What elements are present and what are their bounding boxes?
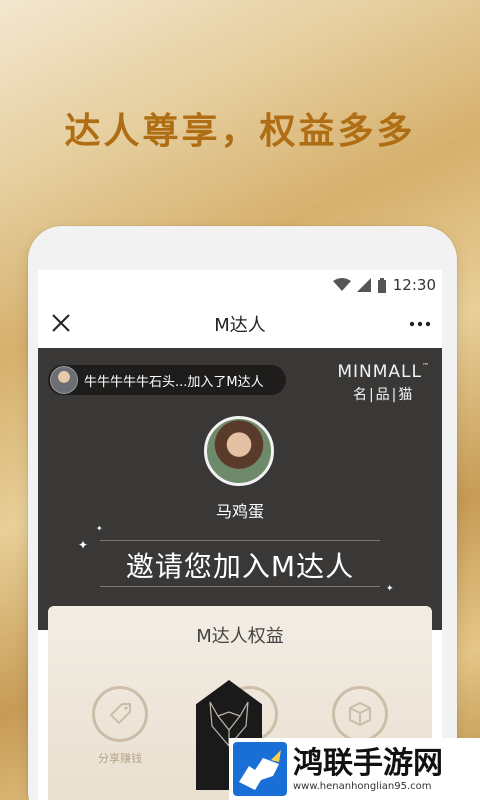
invite-hero: 牛牛牛牛牛石头...加入了M达人 MINMALL™ 名|品|猫 马鸡蛋 ✦ ✦ … <box>38 348 442 630</box>
sparkle-icon: ✦ <box>386 584 394 594</box>
brand-name-en: MINMALL <box>337 362 422 382</box>
join-notice: 牛牛牛牛牛石头...加入了M达人 <box>48 365 286 395</box>
inviter-name: 马鸡蛋 <box>215 502 264 521</box>
invite-title: 邀请您加入M达人 <box>125 550 355 583</box>
nav-title: M达人 <box>214 315 266 336</box>
divider <box>100 586 380 587</box>
benefits-title: M达人权益 <box>196 626 284 647</box>
watermark-banner: 鸿联手游网 www.henanhonglian95.com <box>229 738 480 800</box>
more-icon[interactable] <box>408 314 432 334</box>
watermark-title: 鸿联手游网 <box>293 745 443 781</box>
join-notice-text: 牛牛牛牛牛石头...加入了M达人 <box>84 374 264 390</box>
divider <box>100 540 380 541</box>
tag-icon[interactable] <box>92 686 148 742</box>
status-time: 12:30 <box>392 276 436 294</box>
brand-logo: MINMALL™ 名|品|猫 <box>337 362 430 404</box>
bull-logo-icon <box>233 742 287 796</box>
benefit-label: 分享赚钱 <box>98 752 142 765</box>
avatar <box>50 366 78 394</box>
box-icon[interactable] <box>332 686 388 742</box>
trademark-mark: ™ <box>422 362 430 370</box>
sparkle-icon: ✦ <box>96 524 103 533</box>
battery-icon <box>377 277 386 293</box>
inviter-avatar <box>204 416 274 486</box>
brand-name-cn: 名|品|猫 <box>352 387 415 403</box>
nav-bar: M达人 <box>38 300 442 348</box>
watermark-url: www.henanhonglian95.com <box>293 780 432 792</box>
status-bar: 12:30 <box>38 270 442 300</box>
wifi-icon <box>332 278 351 291</box>
close-icon[interactable] <box>50 312 72 334</box>
signal-icon <box>356 278 371 292</box>
headline: 达人尊享，权益多多 <box>64 111 416 152</box>
